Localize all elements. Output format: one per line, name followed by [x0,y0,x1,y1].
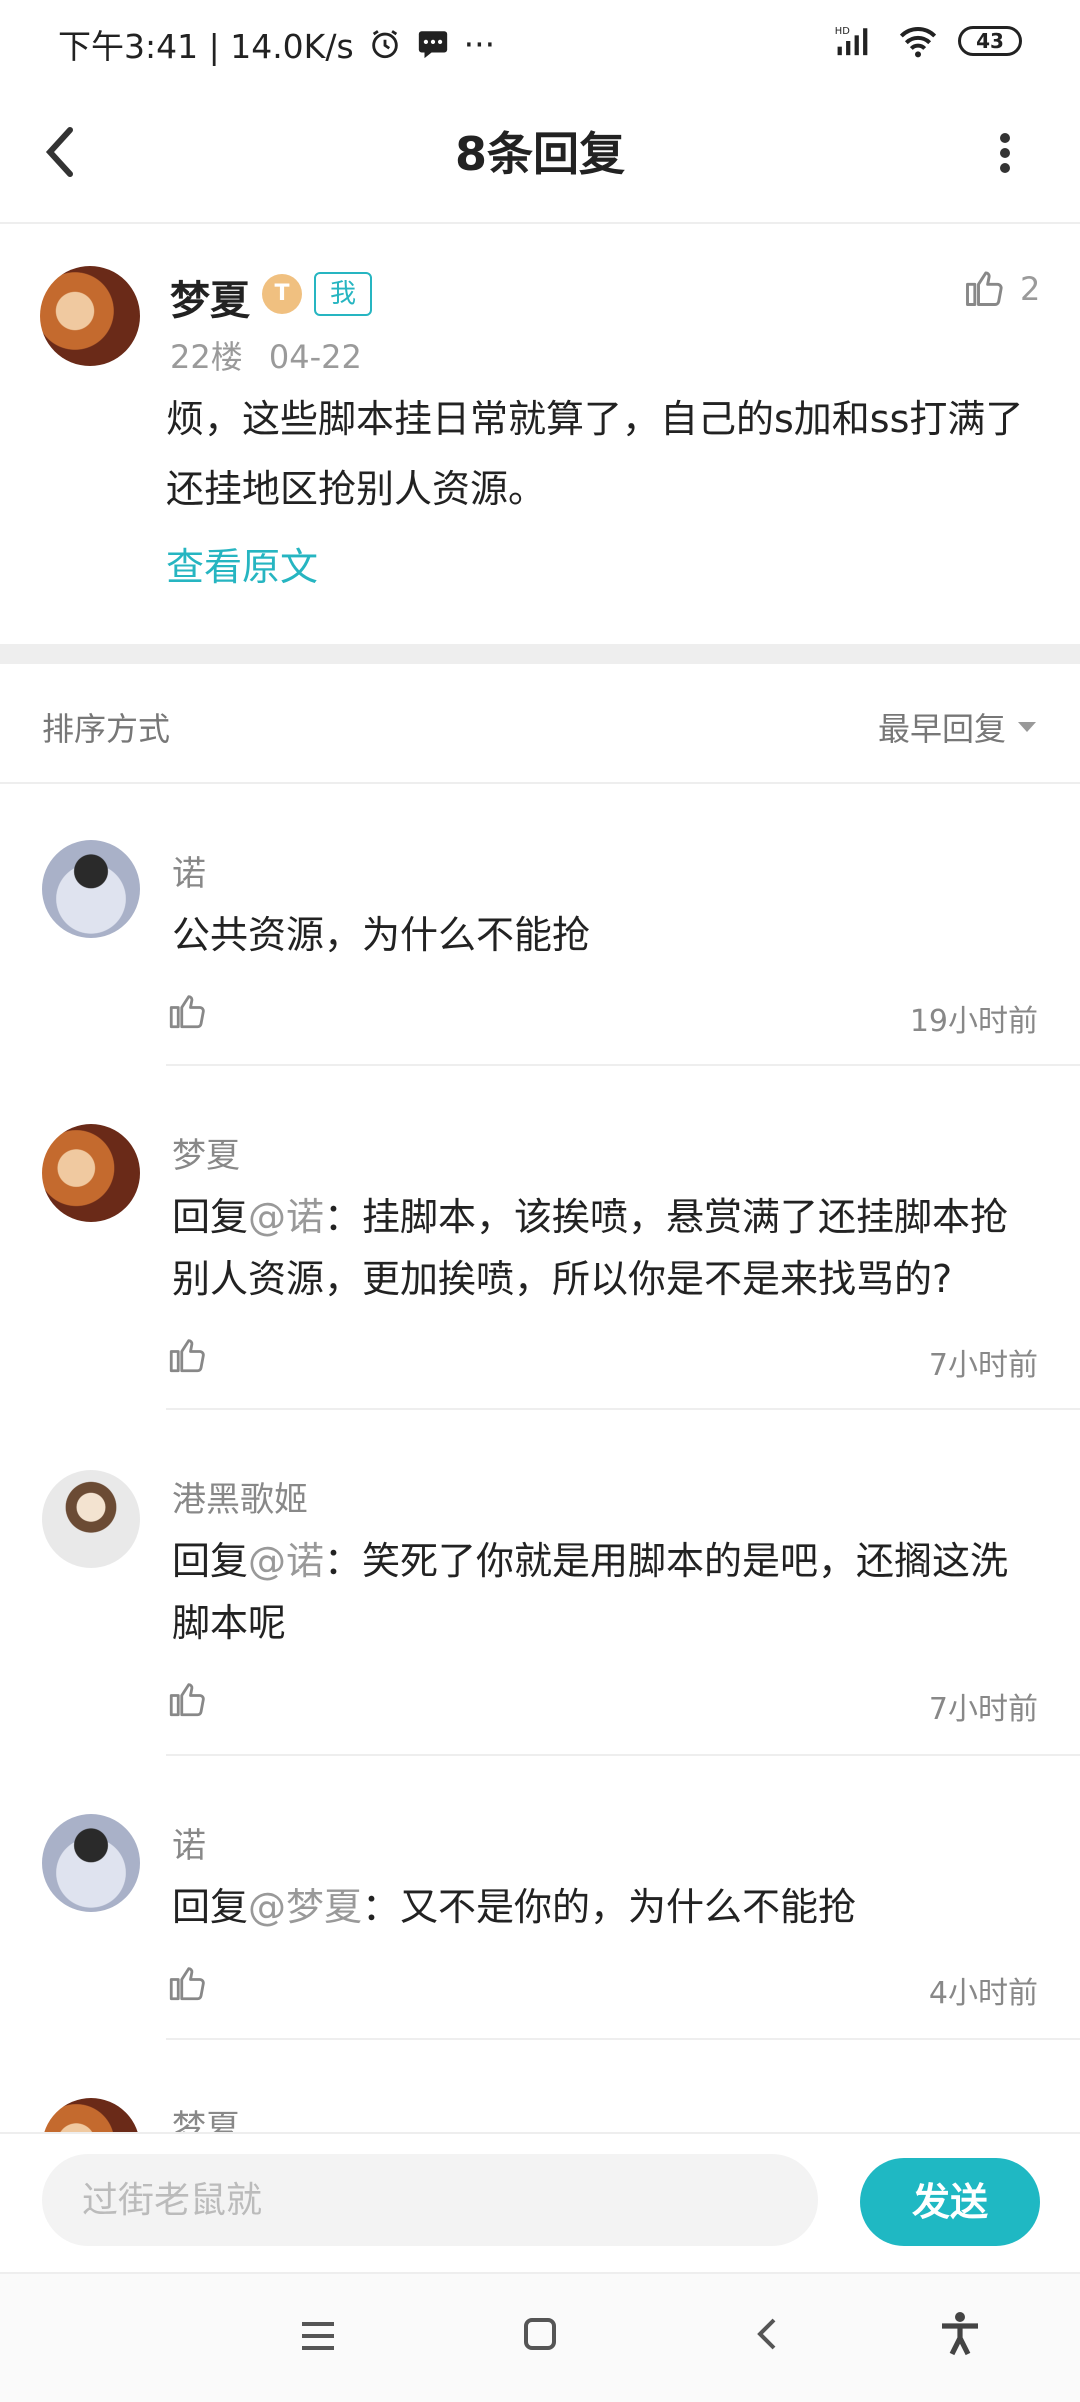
reply-time: 7小时前 [928,1348,1038,1383]
send-button[interactable]: 发送 [860,2158,1040,2246]
reply-author[interactable]: 诺 [172,846,206,895]
menu-icon[interactable] [298,2318,338,2354]
reply-like-icon[interactable] [166,1678,208,1720]
level-badge: T [262,274,302,314]
reply-author[interactable]: 港黑歌姬 [172,1472,308,1521]
reply-content: 回复@诺：挂脚本，该挨喷，悬赏满了还挂脚本抢别人资源，更加挨喷，所以你是不是来找… [172,1186,1042,1310]
status-bar: 下午3:41 | 14.0K/s ··· HD 43 [0,0,1080,88]
wifi-icon [899,27,937,58]
reply-mention[interactable]: @梦夏 [248,1885,362,1929]
op-floor: 22楼 [170,338,243,376]
me-badge: 我 [314,272,372,316]
status-time-speed: 下午3:41 | 14.0K/s [58,27,354,66]
status-right: HD 43 [834,24,1022,58]
reply-divider [166,2038,1080,2040]
top-bar: 8条回复 [0,88,1080,224]
sort-selected: 最早回复 [877,710,1006,748]
more-options-icon[interactable] [990,128,1020,178]
reply-mention[interactable]: @诺 [248,1539,324,1583]
op-date: 04-22 [268,338,362,376]
op-author-name[interactable]: 梦夏 [170,268,250,326]
page-title: 8条回复 [454,127,625,181]
reply-prefix: 回复 [172,1539,249,1583]
section-separator [0,644,1080,664]
view-original-link[interactable]: 查看原文 [166,536,318,591]
reply-divider [166,1408,1080,1410]
reply-avatar[interactable] [42,1124,140,1222]
op-like-count: 2 [1020,270,1041,308]
reply-content: 公共资源，为什么不能抢 [172,904,1042,966]
reply-like-icon[interactable] [166,990,208,1032]
reply-divider [166,1064,1080,1066]
reply-avatar[interactable] [42,1814,140,1912]
sort-divider [0,782,1080,784]
reply-content: 回复@梦夏：又不是你的，为什么不能抢 [172,1876,1042,1938]
svg-text:HD: HD [835,26,850,37]
status-more: ··· [463,24,496,64]
reply-avatar[interactable] [42,1470,140,1568]
reply-like-icon[interactable] [166,1962,208,2004]
op-meta: 22楼 04-22 [170,332,362,378]
message-icon [418,31,447,59]
reply-author[interactable]: 诺 [172,1818,206,1867]
signal-icon: HD [835,26,868,56]
status-left: 下午3:41 | 14.0K/s ··· [58,20,495,68]
sort-label: 排序方式 [42,710,171,748]
reply-text: 公共资源，为什么不能抢 [172,913,591,957]
op-avatar[interactable] [40,266,140,366]
sort-dropdown[interactable]: 最早回复 [878,704,1038,750]
reply-divider [166,1754,1080,1756]
dropdown-triangle-icon [1018,722,1036,732]
reply-author[interactable]: 梦夏 [172,1128,240,1177]
home-icon[interactable] [522,2316,558,2352]
reply-time: 7小时前 [928,1692,1038,1727]
accessibility-icon[interactable] [938,2310,982,2356]
battery-indicator: 43 [958,26,1022,56]
nav-back-icon[interactable] [752,2314,782,2354]
reply-time: 4小时前 [928,1976,1038,2011]
reply-time: 19小时前 [909,1004,1038,1039]
reply-input[interactable] [42,2154,818,2246]
alarm-icon [371,30,398,59]
op-content: 烦，这些脚本挂日常就算了，自己的s加和ss打满了还挂地区抢别人资源。 [166,397,1024,511]
reply-content: 回复@诺：笑死了你就是用脚本的是吧，还搁这洗脚本呢 [172,1530,1042,1654]
reply-text: ：又不是你的，为什么不能抢 [362,1885,857,1929]
reply-avatar[interactable] [42,840,140,938]
system-nav-bar [0,2272,1080,2402]
reply-like-icon[interactable] [166,1334,208,1376]
reply-mention[interactable]: @诺 [248,1195,324,1239]
op-like-icon[interactable] [962,266,1006,310]
reply-prefix: 回复 [172,1885,249,1929]
reply-prefix: 回复 [172,1195,249,1239]
